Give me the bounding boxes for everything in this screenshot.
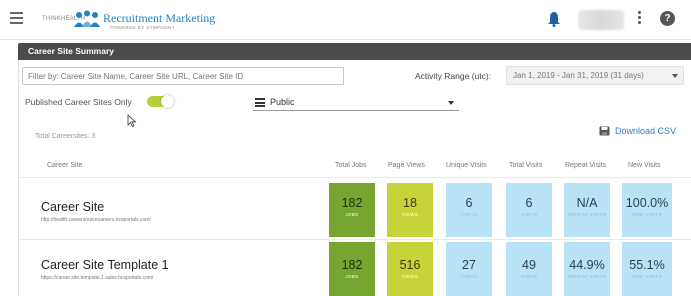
unique-visits-value: 6	[465, 196, 473, 210]
visibility-select[interactable]: Public	[253, 94, 459, 111]
repeat-visits-tile: N/A REPEAT VISITS	[564, 183, 610, 237]
repeat-visits-value: N/A	[576, 196, 598, 210]
download-csv-link[interactable]: Download CSV	[599, 126, 676, 136]
new-visits-tile: 100.0% NEW VISITS	[622, 183, 672, 237]
column-header-unique-visits[interactable]: Unique Visits	[446, 162, 487, 169]
download-csv-label: Download CSV	[615, 126, 677, 136]
career-site-name[interactable]: Career Site	[41, 200, 104, 214]
activity-range-label: Activity Range (utc):	[415, 71, 492, 81]
page-views-sub: VIEWS	[401, 212, 419, 217]
career-site-url: https://career.site.template.1.sales.hcs…	[41, 275, 154, 281]
column-header-career-site[interactable]: Career Site	[47, 162, 82, 169]
menu-icon[interactable]	[10, 12, 23, 24]
career-site-name[interactable]: Career Site Template 1	[41, 258, 169, 272]
page-views-value: 516	[399, 258, 421, 272]
repeat-visits-sub: REPEAT VISITS	[567, 274, 607, 279]
unique-visits-sub: VISITS	[460, 274, 478, 279]
total-visits-sub: VISITS	[520, 212, 538, 217]
top-bar: THINKHEALTH Recruitment Marketing POWERE…	[0, 0, 691, 40]
total-jobs-tile: 182 JOBS	[329, 242, 375, 296]
column-header-repeat-visits[interactable]: Repeat Visits	[565, 162, 606, 169]
page-views-sub: VIEWS	[401, 274, 419, 279]
activity-range-dropdown[interactable]: Jan 1, 2019 - Jan 31, 2019 (31 days)	[506, 66, 684, 85]
column-header-total-visits[interactable]: Total Visits	[509, 162, 542, 169]
brand-logo-icon	[74, 10, 100, 27]
total-visits-value: 49	[522, 258, 536, 272]
new-visits-value: 100.0%	[625, 196, 669, 210]
new-visits-value: 55.1%	[629, 258, 665, 272]
repeat-visits-tile: 44.9% REPEAT VISITS	[564, 242, 610, 296]
header-divider	[18, 177, 691, 178]
total-jobs-value: 182	[341, 196, 363, 210]
total-visits-tile: 49 VISITS	[506, 242, 552, 296]
total-jobs-value: 182	[341, 258, 363, 272]
total-visits-value: 6	[525, 196, 533, 210]
notification-bell-icon[interactable]	[547, 11, 561, 27]
new-visits-tile: 55.1% NEW VISITS	[622, 242, 672, 296]
total-careersites-count: Total Careersites: 3	[35, 133, 96, 140]
page-views-tile: 18 VIEWS	[387, 183, 433, 237]
user-avatar-blurred[interactable]	[578, 10, 624, 30]
repeat-visits-sub: REPEAT VISITS	[567, 212, 607, 217]
total-jobs-sub: JOBS	[345, 212, 359, 217]
repeat-visits-value: 44.9%	[569, 258, 605, 272]
panel-title: Career Site Summary	[18, 43, 691, 60]
column-header-new-visits[interactable]: New Visits	[628, 162, 661, 169]
visibility-select-value: Public	[270, 97, 295, 107]
brand-subtitle: POWERED BY SYMPHONY	[110, 25, 176, 30]
new-visits-sub: NEW VISITS	[631, 274, 662, 279]
unique-visits-value: 27	[462, 258, 476, 272]
page-views-value: 18	[403, 196, 417, 210]
more-options-icon[interactable]	[636, 10, 642, 28]
activity-range-value: Jan 1, 2019 - Jan 31, 2019 (31 days)	[513, 71, 644, 80]
chevron-down-icon	[448, 101, 454, 105]
page-views-tile: 516 VIEWS	[387, 242, 433, 296]
help-icon[interactable]: ?	[660, 11, 675, 26]
column-header-total-jobs[interactable]: Total Jobs	[335, 162, 367, 169]
published-only-toggle[interactable]	[147, 95, 174, 108]
search-input[interactable]	[22, 67, 344, 85]
row-divider	[18, 239, 691, 240]
chevron-down-icon	[672, 74, 678, 78]
unique-visits-sub: VISITS	[460, 212, 478, 217]
total-visits-sub: VISITS	[520, 274, 538, 279]
career-site-url: http://health.careersourcecareers.hcspor…	[41, 217, 151, 223]
column-header-page-views[interactable]: Page Views	[388, 162, 425, 169]
total-jobs-tile: 182 JOBS	[329, 183, 375, 237]
list-icon	[255, 98, 265, 107]
total-visits-tile: 6 VISITS	[506, 183, 552, 237]
published-only-label: Published Career Sites Only	[25, 97, 132, 107]
brand-name: Recruitment Marketing	[103, 11, 216, 25]
toggle-knob	[161, 95, 174, 108]
save-icon	[599, 126, 610, 136]
unique-visits-tile: 6 VISITS	[446, 183, 492, 237]
mouse-cursor-icon	[127, 114, 137, 127]
new-visits-sub: NEW VISITS	[631, 212, 662, 217]
total-jobs-sub: JOBS	[345, 274, 359, 279]
unique-visits-tile: 27 VISITS	[446, 242, 492, 296]
